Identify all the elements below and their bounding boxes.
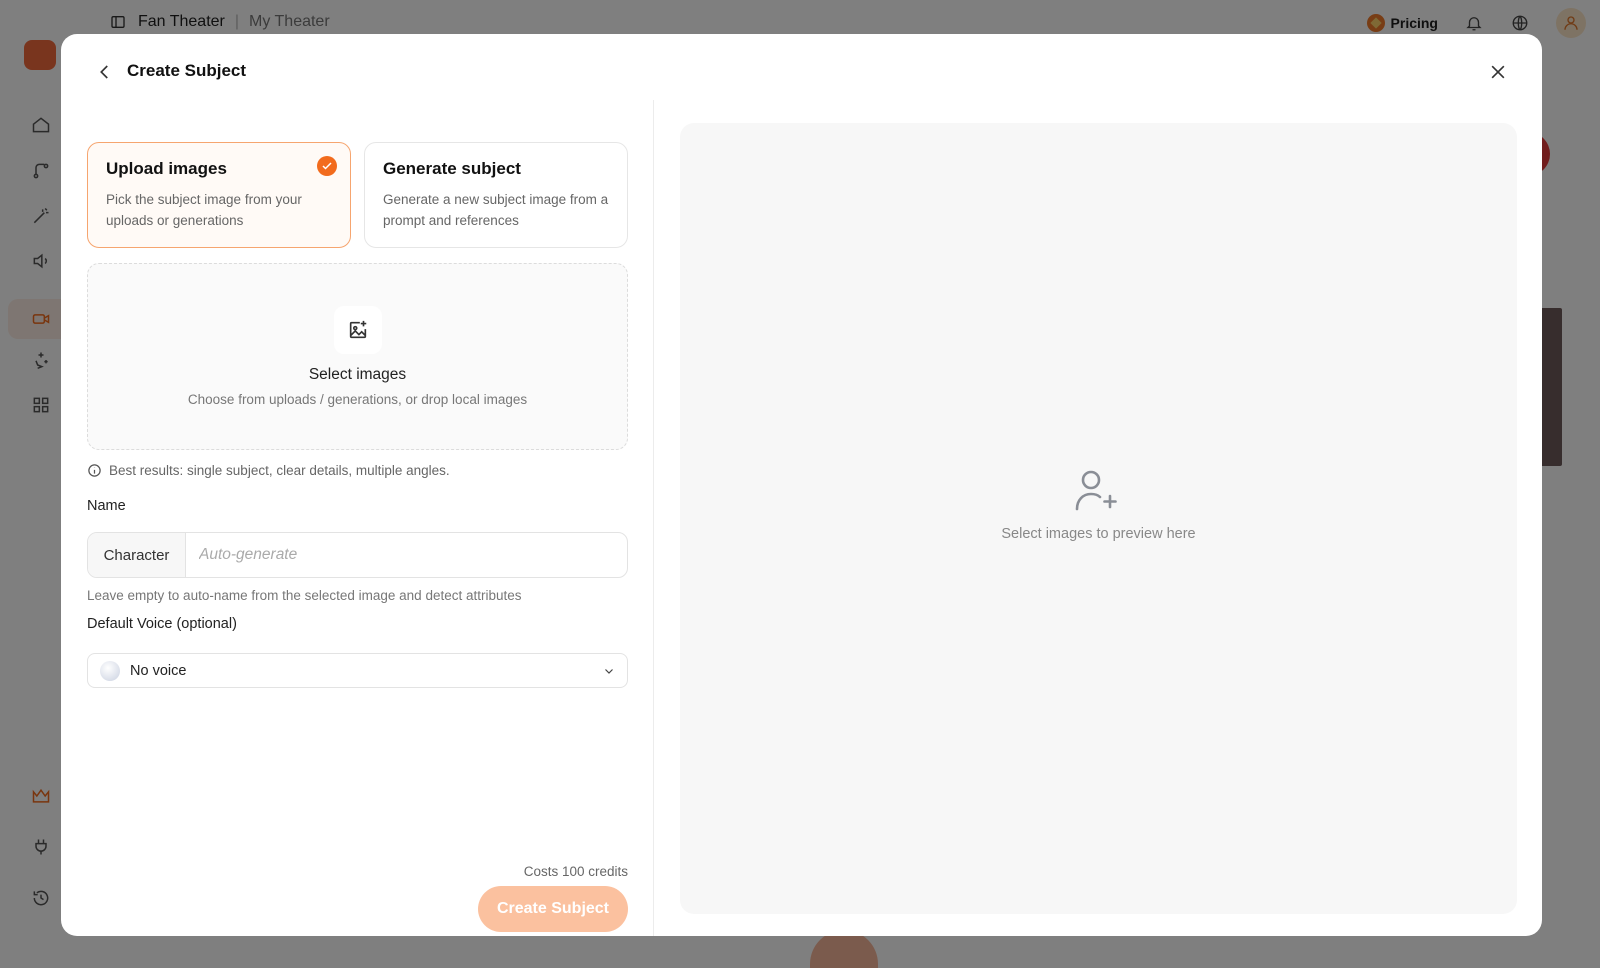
mode-card-description: Generate a new subject image from a prom… <box>383 192 609 228</box>
pane-divider <box>653 100 654 936</box>
name-field: Character <box>87 532 628 578</box>
user-add-icon <box>1075 470 1117 511</box>
chevron-down-icon <box>605 668 613 674</box>
info-icon <box>88 464 101 477</box>
preview-panel: Select images to preview here <box>680 123 1517 914</box>
name-label: Name <box>87 498 126 514</box>
dropzone-title: Select images <box>308 366 407 383</box>
mode-card-title: Generate subject <box>383 159 521 178</box>
mode-card-title: Upload images <box>106 159 227 178</box>
modal-title: Create Subject <box>127 61 247 80</box>
mode-card-upload-images[interactable]: Upload images Pick the subject image fro… <box>87 142 351 248</box>
voice-selected-value: No voice <box>130 662 187 679</box>
best-results-tip: Best results: single subject, clear deta… <box>87 463 450 478</box>
close-icon <box>1491 65 1505 79</box>
mode-card-description: Pick the subject image from your uploads… <box>106 192 302 228</box>
mode-card-generate-subject[interactable]: Generate subject Generate a new subject … <box>364 142 628 248</box>
dropzone-subtitle: Choose from uploads / generations, or dr… <box>187 392 528 407</box>
preview-placeholder-text: Select images to preview here <box>1001 526 1196 542</box>
name-input[interactable] <box>186 533 627 577</box>
default-voice-label: Default Voice (optional) <box>87 616 237 632</box>
image-dropzone[interactable]: Select images Choose from uploads / gene… <box>87 263 628 450</box>
create-subject-button[interactable]: Create Subject <box>478 886 628 932</box>
voice-avatar-icon <box>100 660 120 681</box>
add-image-icon <box>334 306 382 354</box>
close-button[interactable] <box>1484 58 1512 86</box>
create-subject-modal: Create Subject Upload images Pick the su… <box>61 34 1542 936</box>
check-icon <box>317 156 337 176</box>
name-helper-text: Leave empty to auto-name from the select… <box>87 588 522 603</box>
form-pane: Upload images Pick the subject image fro… <box>87 106 628 936</box>
modal-header: Create Subject <box>61 34 1542 110</box>
cost-text: Costs 100 credits <box>523 864 628 879</box>
back-button[interactable] <box>93 60 117 84</box>
default-voice-select[interactable]: No voice <box>87 653 628 688</box>
name-prefix: Character <box>88 533 186 577</box>
chevron-left-icon <box>100 65 108 79</box>
tip-text: Best results: single subject, clear deta… <box>109 463 450 478</box>
